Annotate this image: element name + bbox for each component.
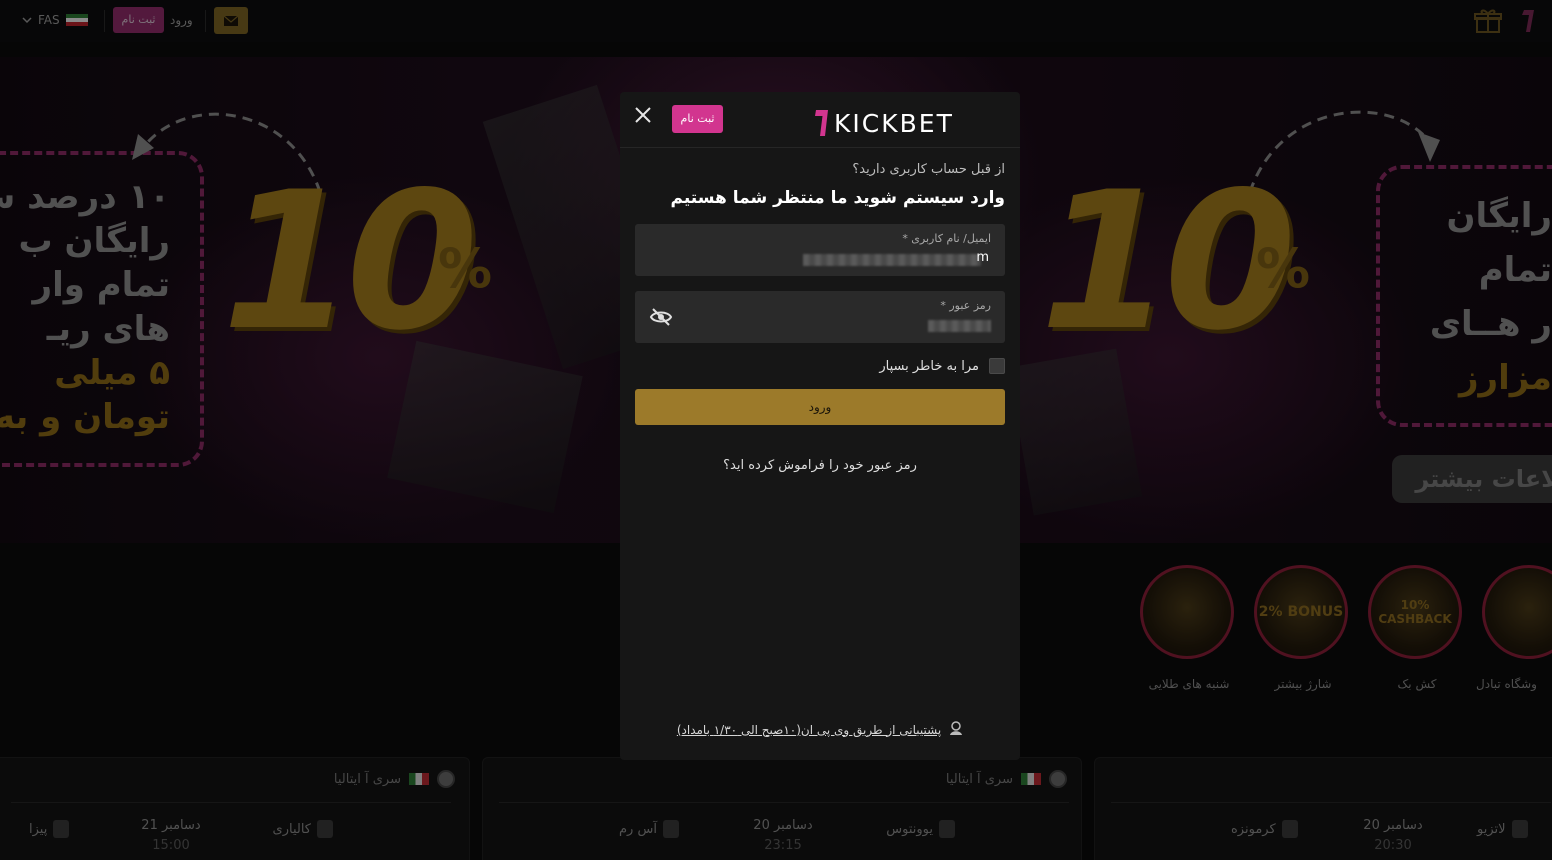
email-label: ایمیل/ نام کاربری * [902, 232, 991, 245]
login-heading: وارد سیستم شوید ما منتظر شما هستیم [670, 188, 1005, 208]
eye-off-icon[interactable] [649, 305, 673, 329]
email-field[interactable]: ایمیل/ نام کاربری * m [635, 224, 1005, 276]
login-submit-button[interactable]: ورود [635, 389, 1005, 425]
login-modal: ثبت نام KICKBET از قبل حساب کاربری دارید… [620, 92, 1020, 760]
page: FAS ثبت نام ورود ۱۰ درصد ش رایگان ب تمام… [0, 0, 1552, 860]
modal-header: ثبت نام KICKBET [620, 92, 1020, 148]
close-icon[interactable] [632, 104, 654, 126]
brand-logo: KICKBET [814, 106, 998, 138]
password-field[interactable]: رمز عبور * [635, 291, 1005, 343]
support-agent-icon [949, 720, 963, 739]
support-link[interactable]: پشتیبانی از طریق وی پی ان(۱۰صبح الی ۱/۳۰… [620, 720, 1020, 739]
remember-checkbox[interactable] [989, 358, 1005, 374]
account-question: از قبل حساب کاربری دارید؟ [852, 162, 1005, 177]
svg-text:KICKBET: KICKBET [834, 109, 954, 138]
support-text: پشتیبانی از طریق وی پی ان(۱۰صبح الی ۱/۳۰… [676, 722, 942, 737]
password-label: رمز عبور * [940, 299, 991, 312]
redacted-value [928, 320, 991, 332]
modal-register-button[interactable]: ثبت نام [672, 105, 723, 133]
email-value: m [976, 250, 989, 265]
remember-label: مرا به خاطر بسپار [879, 358, 979, 374]
remember-me[interactable]: مرا به خاطر بسپار [879, 358, 1005, 374]
redacted-value [803, 254, 981, 266]
forgot-password-link[interactable]: رمز عبور خود را فراموش کرده اید؟ [620, 458, 1020, 473]
